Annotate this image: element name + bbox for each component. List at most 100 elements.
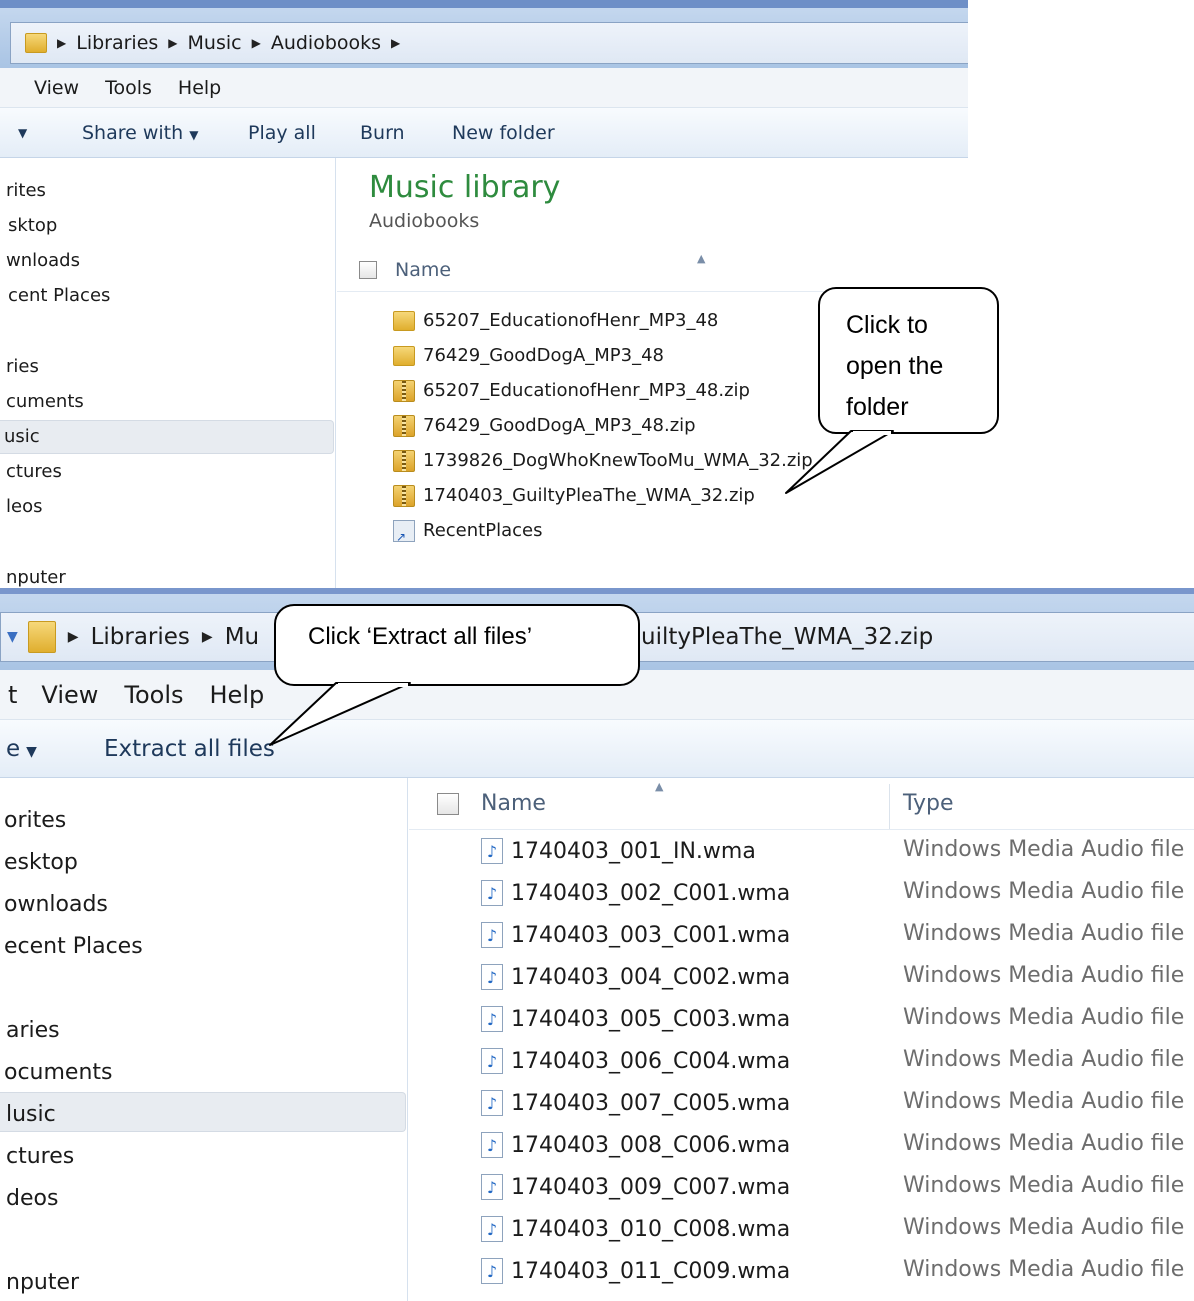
file-row[interactable]: ♪ 1740403_005_C003.wma xyxy=(481,998,790,1040)
nav-item-pictures[interactable]: ctures xyxy=(6,461,62,482)
menu-help[interactable]: Help xyxy=(210,681,265,709)
breadcrumb-music[interactable]: Music xyxy=(188,32,242,54)
breadcrumb-zip-file[interactable]: uiltyPleaThe_WMA_32.zip xyxy=(641,624,933,650)
organize-dropdown-icon[interactable]: ▼ xyxy=(18,126,27,140)
folder-icon xyxy=(25,33,47,53)
extract-all-files-button[interactable]: Extract all files xyxy=(104,736,275,762)
file-name: 1740403_005_C003.wma xyxy=(511,1006,791,1032)
file-type: Windows Media Audio file xyxy=(903,963,1185,988)
dropdown-arrow-icon: ▼ xyxy=(189,127,199,142)
file-row[interactable]: 76429_GoodDogA_MP3_48 xyxy=(393,338,664,373)
nav-item-computer[interactable]: nputer xyxy=(6,567,66,588)
menu-tools[interactable]: Tools xyxy=(105,77,152,99)
nav-item-downloads[interactable]: wnloads xyxy=(6,250,80,271)
address-bar[interactable]: ▶ Libraries ▶ Music ▶ Audiobooks ▶ xyxy=(10,22,968,64)
nav-item-downloads[interactable]: ownloads xyxy=(4,892,108,917)
file-name: 1740403_011_C009.wma xyxy=(511,1258,791,1284)
folder-icon xyxy=(393,345,415,366)
file-row[interactable]: 1740403_GuiltyPleaThe_WMA_32.zip xyxy=(393,478,755,513)
nav-item-libraries[interactable]: ries xyxy=(6,356,39,377)
zip-folder-icon xyxy=(393,449,415,472)
sort-arrow-icon: ▲ xyxy=(697,252,706,265)
file-row[interactable]: RecentPlaces xyxy=(393,513,542,548)
file-type: Windows Media Audio file xyxy=(903,1131,1185,1156)
file-name: 1740403_004_C002.wma xyxy=(511,964,791,990)
file-row[interactable]: ♪ 1740403_011_C009.wma xyxy=(481,1250,790,1292)
back-arrow-icon[interactable]: ▼ xyxy=(7,629,18,645)
nav-item-favorites[interactable]: orites xyxy=(4,808,66,833)
breadcrumb-audiobooks[interactable]: Audiobooks xyxy=(271,32,381,54)
audio-file-icon: ♪ xyxy=(481,922,503,948)
breadcrumb-libraries[interactable]: Libraries xyxy=(76,32,158,54)
column-header-name[interactable]: Name xyxy=(395,259,451,281)
file-name: 1740403_GuiltyPleaThe_WMA_32.zip xyxy=(423,485,755,506)
nav-item-videos[interactable]: leos xyxy=(6,496,42,517)
audio-file-icon: ♪ xyxy=(481,1048,503,1074)
nav-item-videos[interactable]: deos xyxy=(6,1186,58,1211)
file-name: 76429_GoodDogA_MP3_48 xyxy=(423,345,665,366)
file-row[interactable]: ♪ 1740403_006_C004.wma xyxy=(481,1040,790,1082)
file-row[interactable]: ♪ 1740403_007_C005.wma xyxy=(481,1082,790,1124)
dropdown-arrow-icon: ▼ xyxy=(26,743,37,760)
nav-selection-highlight xyxy=(0,420,334,454)
nav-item-computer[interactable]: nputer xyxy=(6,1270,79,1295)
file-type: Windows Media Audio file xyxy=(903,1173,1185,1198)
nav-item-desktop[interactable]: esktop xyxy=(4,850,78,875)
file-row[interactable]: 76429_GoodDogA_MP3_48.zip xyxy=(393,408,696,443)
audio-file-icon: ♪ xyxy=(481,964,503,990)
menu-view[interactable]: View xyxy=(34,77,79,99)
file-name: 1740403_003_C001.wma xyxy=(511,922,791,948)
audio-file-icon: ♪ xyxy=(481,1090,503,1116)
file-row[interactable]: 65207_EducationofHenr_MP3_48 xyxy=(393,303,718,338)
nav-item-documents[interactable]: ocuments xyxy=(4,1060,113,1085)
file-row[interactable]: 1739826_DogWhoKnewTooMu_WMA_32.zip xyxy=(393,443,813,478)
menu-help[interactable]: Help xyxy=(178,77,221,99)
nav-item-desktop[interactable]: sktop xyxy=(8,215,57,236)
file-name: 1739826_DogWhoKnewTooMu_WMA_32.zip xyxy=(423,450,813,471)
nav-item-favorites[interactable]: rites xyxy=(6,180,46,201)
file-row[interactable]: ♪ 1740403_008_C006.wma xyxy=(481,1124,790,1166)
command-bar: e ▼ Extract all files xyxy=(0,720,1194,778)
select-all-checkbox[interactable] xyxy=(359,260,377,279)
share-with-button[interactable]: Share with ▼ xyxy=(82,122,198,144)
burn-button[interactable]: Burn xyxy=(360,122,405,144)
menu-view[interactable]: View xyxy=(41,681,98,709)
explorer-window-zip: ▼ ▶ Libraries ▶ Mu uiltyPleaThe_WMA_32.z… xyxy=(0,588,1194,1301)
nav-item-recent-places[interactable]: cent Places xyxy=(8,285,110,306)
menu-bar: View Tools Help xyxy=(0,68,968,108)
column-header-name[interactable]: Name xyxy=(481,791,546,816)
menu-edit[interactable]: t xyxy=(8,681,17,709)
file-row[interactable]: ♪ 1740403_002_C001.wma xyxy=(481,872,790,914)
file-row[interactable]: ♪ 1740403_004_C002.wma xyxy=(481,956,790,998)
organize-button[interactable]: e ▼ xyxy=(6,736,37,762)
file-row[interactable]: ♪ 1740403_010_C008.wma xyxy=(481,1208,790,1250)
column-header-type[interactable]: Type xyxy=(903,791,954,816)
nav-item-documents[interactable]: cuments xyxy=(6,391,84,412)
select-all-checkbox[interactable] xyxy=(437,792,459,815)
nav-item-music[interactable]: lusic xyxy=(6,1102,56,1127)
nav-item-libraries[interactable]: aries xyxy=(6,1018,60,1043)
file-name: 76429_GoodDogA_MP3_48.zip xyxy=(423,415,696,436)
audio-file-icon: ♪ xyxy=(481,1132,503,1158)
file-row[interactable]: ♪ 1740403_001_IN.wma xyxy=(481,830,756,872)
nav-item-music[interactable]: usic xyxy=(4,426,40,447)
new-folder-button[interactable]: New folder xyxy=(452,122,555,144)
audio-file-icon: ♪ xyxy=(481,1216,503,1242)
play-all-button[interactable]: Play all xyxy=(248,122,316,144)
file-row[interactable]: ♪ 1740403_003_C001.wma xyxy=(481,914,790,956)
breadcrumb-music[interactable]: Mu xyxy=(225,624,259,650)
zip-folder-icon xyxy=(393,379,415,402)
nav-item-recent-places[interactable]: ecent Places xyxy=(4,934,143,959)
breadcrumb-arrow-icon[interactable]: ▶ xyxy=(391,36,400,50)
file-name: 1740403_001_IN.wma xyxy=(511,838,756,864)
column-divider[interactable] xyxy=(889,784,890,829)
audio-file-icon: ♪ xyxy=(481,1174,503,1200)
audio-file-icon: ♪ xyxy=(481,838,503,864)
nav-item-pictures[interactable]: ctures xyxy=(6,1144,74,1169)
file-row[interactable]: 65207_EducationofHenr_MP3_48.zip xyxy=(393,373,750,408)
sort-arrow-icon: ▲ xyxy=(655,780,664,793)
menu-tools[interactable]: Tools xyxy=(124,681,183,709)
file-row[interactable]: ♪ 1740403_009_C007.wma xyxy=(481,1166,790,1208)
breadcrumb-libraries[interactable]: Libraries xyxy=(91,624,190,650)
command-bar: ▼ Share with ▼ Play all Burn New folder xyxy=(0,108,968,158)
